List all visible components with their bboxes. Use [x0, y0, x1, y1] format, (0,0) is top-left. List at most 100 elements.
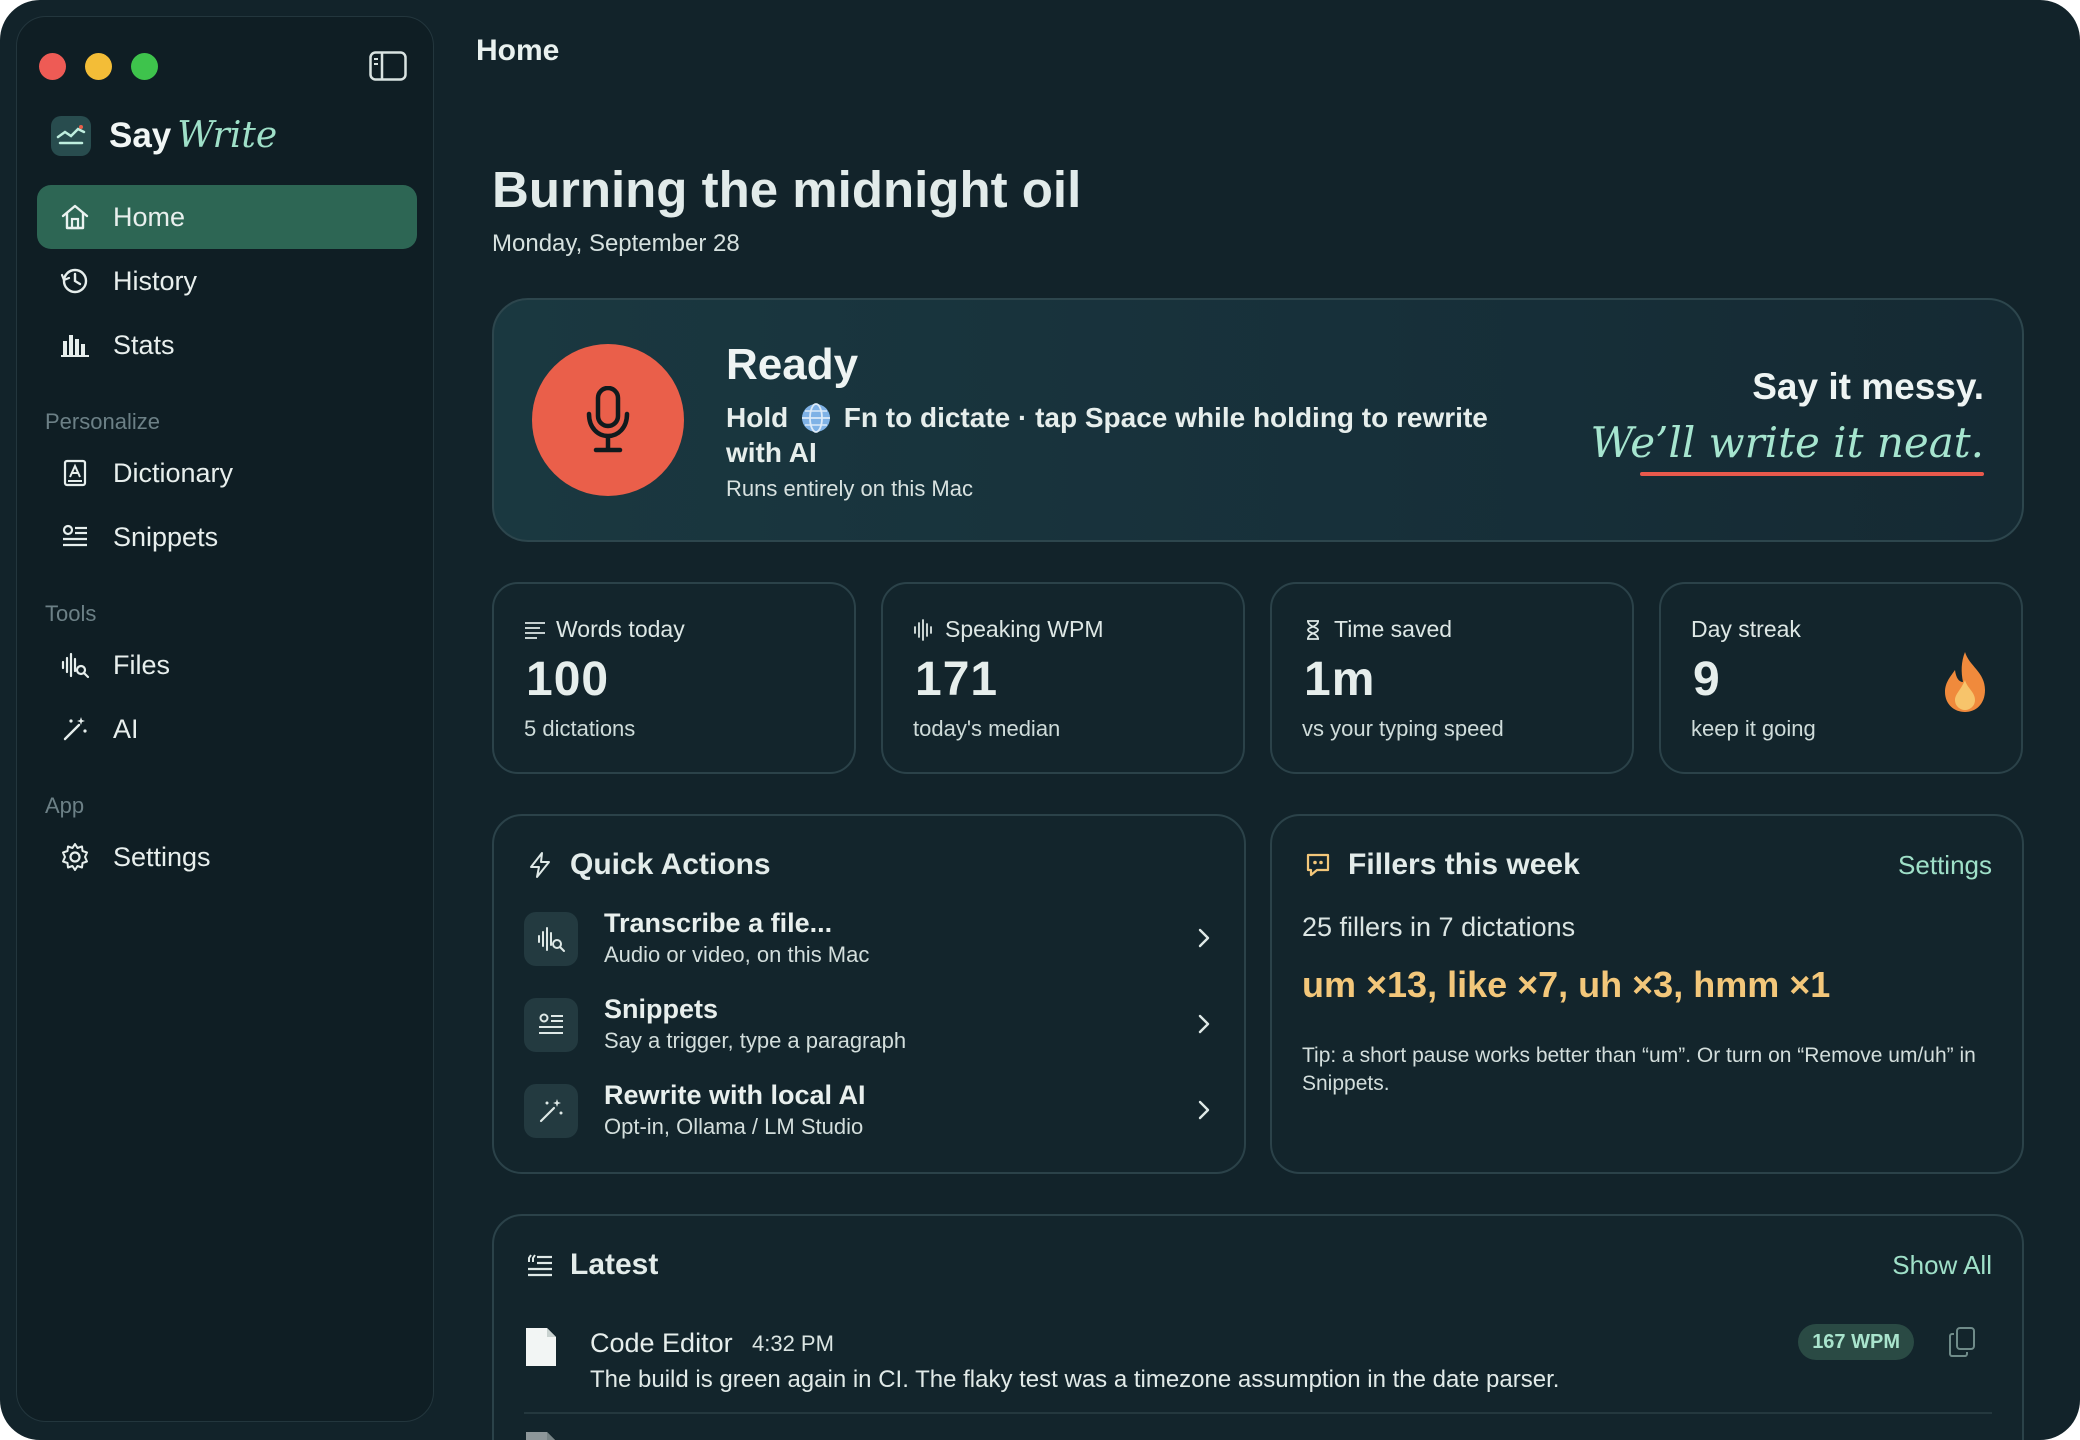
show-all-link[interactable]: Show All [1892, 1250, 1992, 1281]
quick-action-transcribe[interactable]: Transcribe a file... Audio or video, on … [524, 902, 1214, 974]
quick-actions-card: Quick Actions Transcribe a file... Audio… [492, 814, 1246, 1174]
text-lines-icon [525, 621, 545, 639]
app-window: Say Write Home History Stats Personalize … [0, 0, 2080, 1440]
stat-card-time-saved: Time saved 1m vs your typing speed [1270, 582, 1634, 774]
sidebar-item-label: History [113, 265, 198, 296]
sidebar-item-settings[interactable]: Settings [37, 825, 417, 889]
stat-label: Day streak [1691, 616, 1801, 642]
action-title: Snippets [604, 994, 719, 1024]
section-title-app: App [45, 793, 85, 818]
card-title: Latest [570, 1248, 659, 1281]
waveform-icon [914, 618, 932, 641]
tagline-secondary: We’ll write it neat. [1590, 418, 1984, 467]
chevron-right-icon [1198, 928, 1210, 948]
sidebar-item-files[interactable]: Files [37, 633, 417, 697]
action-title: Rewrite with local AI [604, 1080, 866, 1110]
copy-icon[interactable] [1948, 1326, 1976, 1358]
gear-icon [62, 843, 88, 871]
sidebar-item-label: Home [113, 201, 186, 232]
ai-wand-icon [63, 717, 87, 741]
dictation-instruction: Hold Fn to dictate · tap Space while hol… [726, 400, 1546, 470]
sidebar-item-stats[interactable]: Stats [37, 313, 417, 377]
dictation-status-card: Ready Hold Fn to dictate · tap Space whi… [492, 298, 2024, 542]
stat-label: Words today [556, 616, 685, 642]
stat-value: 100 [526, 653, 610, 706]
chevron-right-icon [1198, 1100, 1210, 1120]
date-label: Monday, September 28 [492, 230, 740, 257]
fillers-settings-link[interactable]: Settings [1898, 850, 1992, 881]
sidebar-item-home[interactable]: Home [37, 185, 417, 249]
quick-action-snippets[interactable]: Snippets Say a trigger, type a paragraph [524, 988, 1214, 1060]
hold-label: Hold [726, 402, 789, 433]
brand-write: Write [177, 115, 278, 156]
snippets-icon [62, 524, 87, 547]
quick-action-rewrite-ai[interactable]: Rewrite with local AI Opt-in, Ollama / L… [524, 1074, 1214, 1146]
fillers-card: Fillers this week Settings 25 fillers in… [1270, 814, 2024, 1174]
stat-card-speaking-wpm: Speaking WPM 171 today's median [881, 582, 1245, 774]
window-title: Home [476, 34, 560, 67]
latest-time: 4:32 PM [752, 1331, 834, 1356]
stat-card-day-streak: Day streak 9 keep it going [1659, 582, 2023, 774]
stat-sub: today's median [913, 716, 1061, 741]
hourglass-icon [1307, 619, 1319, 640]
latest-text: The build is green again in CI. The flak… [590, 1366, 1560, 1393]
zoom-window-button[interactable] [131, 53, 158, 80]
stat-label: Time saved [1334, 616, 1453, 642]
stat-value: 9 [1693, 653, 1721, 706]
window-controls [39, 53, 158, 80]
sidebar-item-label: AI [113, 713, 139, 744]
stat-label: Speaking WPM [945, 616, 1104, 642]
mic-button[interactable] [532, 344, 684, 496]
sidebar-item-label: Dictionary [113, 457, 234, 488]
stat-value: 171 [915, 653, 999, 706]
sidebar-toggle-icon[interactable] [369, 51, 407, 81]
bolt-icon [530, 852, 550, 878]
wpm-badge: 167 WPM [1798, 1324, 1914, 1360]
status-title: Ready [726, 340, 859, 389]
row-divider [524, 1412, 1992, 1414]
instruction-text: Fn to dictate · tap Space while holding … [726, 402, 1488, 468]
sidebar-item-label: Stats [113, 329, 175, 360]
card-title: Quick Actions [570, 848, 771, 881]
tagline-underline [1640, 472, 1984, 476]
app-logo-icon [51, 115, 91, 156]
sidebar-item-label: Files [113, 649, 171, 680]
sidebar-item-history[interactable]: History [37, 249, 417, 313]
close-window-button[interactable] [39, 53, 66, 80]
fillers-count: 25 fillers in 7 dictations [1302, 912, 1576, 942]
action-title: Transcribe a file... [604, 908, 833, 938]
sidebar-item-dictionary[interactable]: Dictionary [37, 441, 417, 505]
stat-sub: vs your typing speed [1302, 716, 1504, 741]
minimize-window-button[interactable] [85, 53, 112, 80]
sidebar: Say Write Home History Stats Personalize … [16, 16, 434, 1422]
document-icon [526, 1432, 555, 1440]
action-desc: Audio or video, on this Mac [604, 942, 870, 967]
chevron-right-icon [1198, 1014, 1210, 1034]
stat-sub: 5 dictations [524, 716, 636, 741]
brand-logo: Say Write [51, 115, 277, 156]
section-title-personalize: Personalize [45, 409, 160, 434]
sidebar-item-snippets[interactable]: Snippets [37, 505, 417, 569]
globe-icon [802, 403, 830, 433]
action-desc: Opt-in, Ollama / LM Studio [604, 1114, 864, 1139]
card-title: Fillers this week [1348, 848, 1580, 881]
latest-app-name: Code Editor [590, 1328, 733, 1358]
tagline-primary: Say it messy. [1752, 366, 1984, 407]
document-icon [526, 1328, 556, 1366]
stats-icon [61, 335, 89, 357]
latest-card: Latest Show All Code Editor 4:32 PM The … [492, 1214, 2024, 1440]
ai-wand-icon [539, 1099, 563, 1123]
microphone-icon [586, 386, 630, 453]
brand-say: Say [109, 116, 172, 155]
sidebar-item-label: Settings [113, 841, 211, 872]
fillers-tip: Tip: a short pause works better than “um… [1302, 1044, 1976, 1095]
flame-icon [1945, 652, 1985, 712]
privacy-note: Runs entirely on this Mac [726, 476, 973, 501]
stat-sub: keep it going [1691, 716, 1816, 741]
history-icon [60, 268, 88, 294]
dictionary-icon [63, 459, 87, 487]
action-desc: Say a trigger, type a paragraph [604, 1028, 907, 1053]
sidebar-item-ai[interactable]: AI [37, 697, 417, 761]
home-icon [61, 204, 89, 230]
fillers-breakdown: um ×13, like ×7, uh ×3, hmm ×1 [1302, 964, 1831, 1005]
